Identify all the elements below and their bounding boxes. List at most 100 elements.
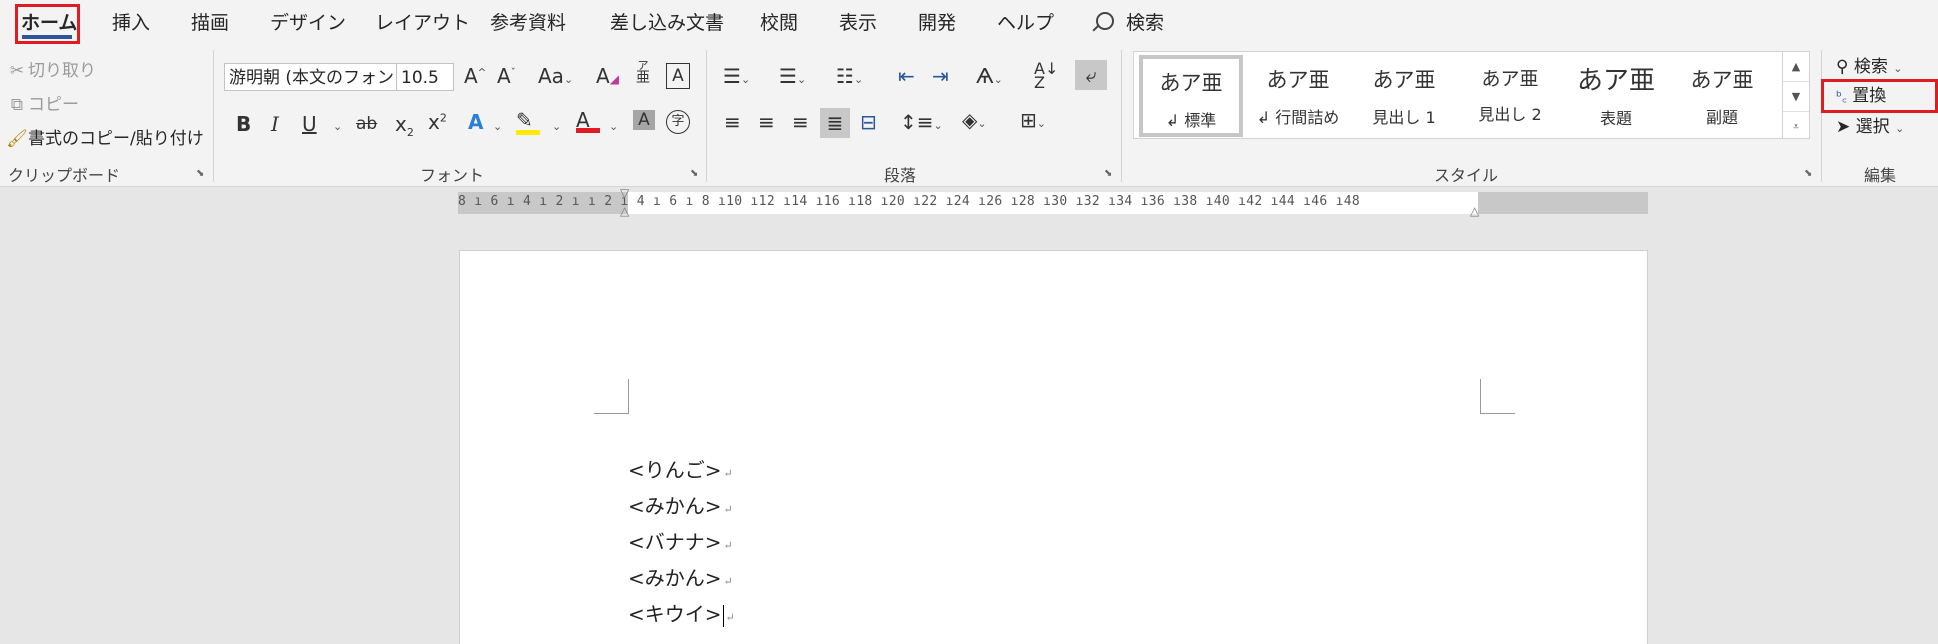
chevron-down-icon: ⌄: [1893, 62, 1903, 75]
more-styles-icon[interactable]: ⩡: [1783, 112, 1809, 141]
distributed-icon[interactable]: ⊟: [860, 110, 877, 134]
cursor-arrow-icon: ➤: [1836, 117, 1851, 137]
tab-references[interactable]: 参考資料: [490, 8, 566, 35]
character-shading-icon[interactable]: A: [633, 110, 655, 130]
line-spacing-icon[interactable]: ↕≡⌄: [900, 110, 943, 134]
clear-formatting-icon[interactable]: A◢: [596, 64, 619, 88]
font-name-combo[interactable]: 游明朝 (本文のフォン: [224, 63, 397, 91]
select-button[interactable]: ➤ 選択 ⌄: [1836, 112, 1904, 137]
borders-icon[interactable]: ⊞⌄: [1020, 108, 1046, 132]
show-hide-marks-icon[interactable]: ⤶: [1075, 60, 1107, 90]
style-heading-2[interactable]: あア亜 見出し 2: [1458, 56, 1562, 134]
document-line[interactable]: <りんご> ↵: [628, 454, 733, 483]
style-heading-1[interactable]: あア亜 見出し 1: [1352, 56, 1456, 134]
tab-view[interactable]: 表示: [839, 8, 877, 35]
chevron-down-icon[interactable]: ⌄: [552, 120, 561, 133]
style-subtitle[interactable]: あア亜 副題: [1670, 56, 1774, 134]
sort-icon[interactable]: A↓ Z: [1034, 61, 1058, 91]
format-painter-label: 書式のコピー/貼り付け: [28, 129, 204, 149]
document-line[interactable]: <みかん> ↵: [628, 562, 733, 591]
tell-me-search[interactable]: 検索: [1092, 8, 1164, 35]
strikethrough-icon[interactable]: ab: [356, 114, 377, 134]
select-label: 選択: [1855, 117, 1890, 137]
styles-dialog-launcher-icon[interactable]: ⬊: [1804, 168, 1812, 179]
multilevel-list-icon[interactable]: ☷⌄: [836, 64, 863, 88]
tab-draw[interactable]: 描画: [191, 8, 229, 35]
chevron-down-icon: ⌄: [740, 73, 751, 86]
style-no-spacing[interactable]: あア亜 ↲ 行間詰め: [1246, 56, 1350, 134]
tab-insert[interactable]: 挿入: [112, 8, 150, 35]
asian-layout-icon[interactable]: Ѧ⌄: [976, 64, 1003, 88]
copy-button[interactable]: ⧉ コピー: [6, 90, 79, 115]
cut-label: 切り取り: [28, 61, 96, 81]
style-name: 見出し 2: [1478, 105, 1542, 124]
clipboard-dialog-launcher-icon[interactable]: ⬊: [196, 168, 204, 179]
scroll-down-icon[interactable]: ▼: [1783, 82, 1809, 112]
align-center-icon[interactable]: ≡: [758, 110, 775, 134]
character-border-icon[interactable]: A: [666, 63, 690, 89]
cut-button[interactable]: ✂ 切り取り: [6, 56, 96, 81]
numbering-icon[interactable]: ☰⌄: [779, 64, 806, 88]
first-line-indent-icon[interactable]: ▽: [620, 186, 629, 200]
find-button[interactable]: ⚲ 検索 ⌄: [1836, 52, 1902, 77]
document-line[interactable]: <キウイ> ↵: [628, 598, 735, 627]
paragraph-mark-icon: ↵: [723, 503, 733, 516]
enclose-characters-icon[interactable]: 字: [666, 110, 690, 134]
chevron-down-icon[interactable]: ⌄: [333, 120, 342, 133]
copy-icon: ⧉: [10, 95, 24, 115]
tab-layout[interactable]: レイアウト: [375, 8, 470, 35]
align-left-icon[interactable]: ≡: [724, 110, 741, 134]
styles-gallery: あア亜 ↲ 標準 あア亜 ↲ 行間詰め あア亜 見出し 1 あア亜 見出し 2 …: [1133, 51, 1793, 139]
group-separator: [706, 50, 707, 182]
decrease-indent-icon[interactable]: ⇤: [898, 64, 915, 88]
shading-icon[interactable]: ◈⌄: [962, 108, 987, 132]
paragraph-dialog-launcher-icon[interactable]: ⬊: [1104, 168, 1112, 179]
tab-design[interactable]: デザイン: [270, 8, 346, 35]
chevron-down-icon: ⌄: [563, 73, 574, 86]
font-dialog-launcher-icon[interactable]: ⬊: [690, 168, 698, 179]
subscript-icon[interactable]: x2: [395, 112, 414, 139]
grow-font-icon[interactable]: A^: [464, 64, 486, 88]
right-indent-icon[interactable]: △: [1470, 204, 1479, 218]
paintbrush-icon: 🖌: [6, 129, 28, 149]
styles-gallery-scroll: ▲ ▼ ⩡: [1782, 51, 1810, 139]
bold-icon[interactable]: B: [236, 112, 251, 136]
font-size-combo[interactable]: 10.5: [396, 63, 454, 91]
justify-icon[interactable]: ≣: [820, 108, 850, 138]
tab-developer[interactable]: 開発: [918, 8, 956, 35]
format-painter-button[interactable]: 🖌書式のコピー/貼り付け: [6, 124, 204, 149]
chevron-down-icon: ⌄: [796, 73, 807, 86]
style-name: ↲ 標準: [1165, 111, 1217, 130]
search-icon: [1092, 12, 1114, 32]
chevron-down-icon[interactable]: ⌄: [493, 120, 502, 133]
font-color-icon[interactable]: A: [576, 108, 600, 133]
scroll-up-icon[interactable]: ▲: [1783, 52, 1809, 82]
style-name: ↲ 行間詰め: [1256, 108, 1340, 127]
align-right-icon[interactable]: ≡: [792, 110, 809, 134]
superscript-icon[interactable]: x2: [428, 110, 447, 134]
style-normal[interactable]: あア亜 ↲ 標準: [1139, 55, 1243, 137]
chevron-down-icon: ⌄: [853, 73, 864, 86]
underline-icon[interactable]: U: [302, 112, 317, 136]
style-title[interactable]: あア亜 表題: [1564, 56, 1668, 134]
change-case-button[interactable]: Aa⌄: [538, 64, 573, 88]
paragraph-group-label: 段落: [884, 166, 917, 185]
chevron-down-icon[interactable]: ⌄: [609, 120, 618, 133]
phonetic-guide-icon[interactable]: ア亜: [636, 60, 650, 86]
tab-help[interactable]: ヘルプ: [997, 8, 1054, 35]
text-effects-icon[interactable]: A: [468, 110, 483, 134]
margin-corner-mark: [1480, 379, 1515, 414]
tab-review[interactable]: 校閲: [760, 8, 798, 35]
document-line[interactable]: <みかん> ↵: [628, 490, 733, 519]
shrink-font-icon[interactable]: Aˇ: [497, 64, 516, 88]
highlight-color-icon[interactable]: ✎: [516, 108, 540, 135]
bullets-icon[interactable]: ☰⌄: [723, 64, 750, 88]
scissors-icon: ✂: [9, 61, 25, 81]
chevron-down-icon: ⌄: [977, 117, 987, 130]
italic-icon[interactable]: I: [271, 112, 279, 136]
document-line[interactable]: <バナナ> ↵: [628, 526, 733, 555]
style-sample: あア亜: [1690, 68, 1754, 92]
tab-mailings[interactable]: 差し込み文書: [610, 8, 724, 35]
increase-indent-icon[interactable]: ⇥: [932, 64, 949, 88]
hanging-indent-icon[interactable]: △: [620, 204, 629, 218]
